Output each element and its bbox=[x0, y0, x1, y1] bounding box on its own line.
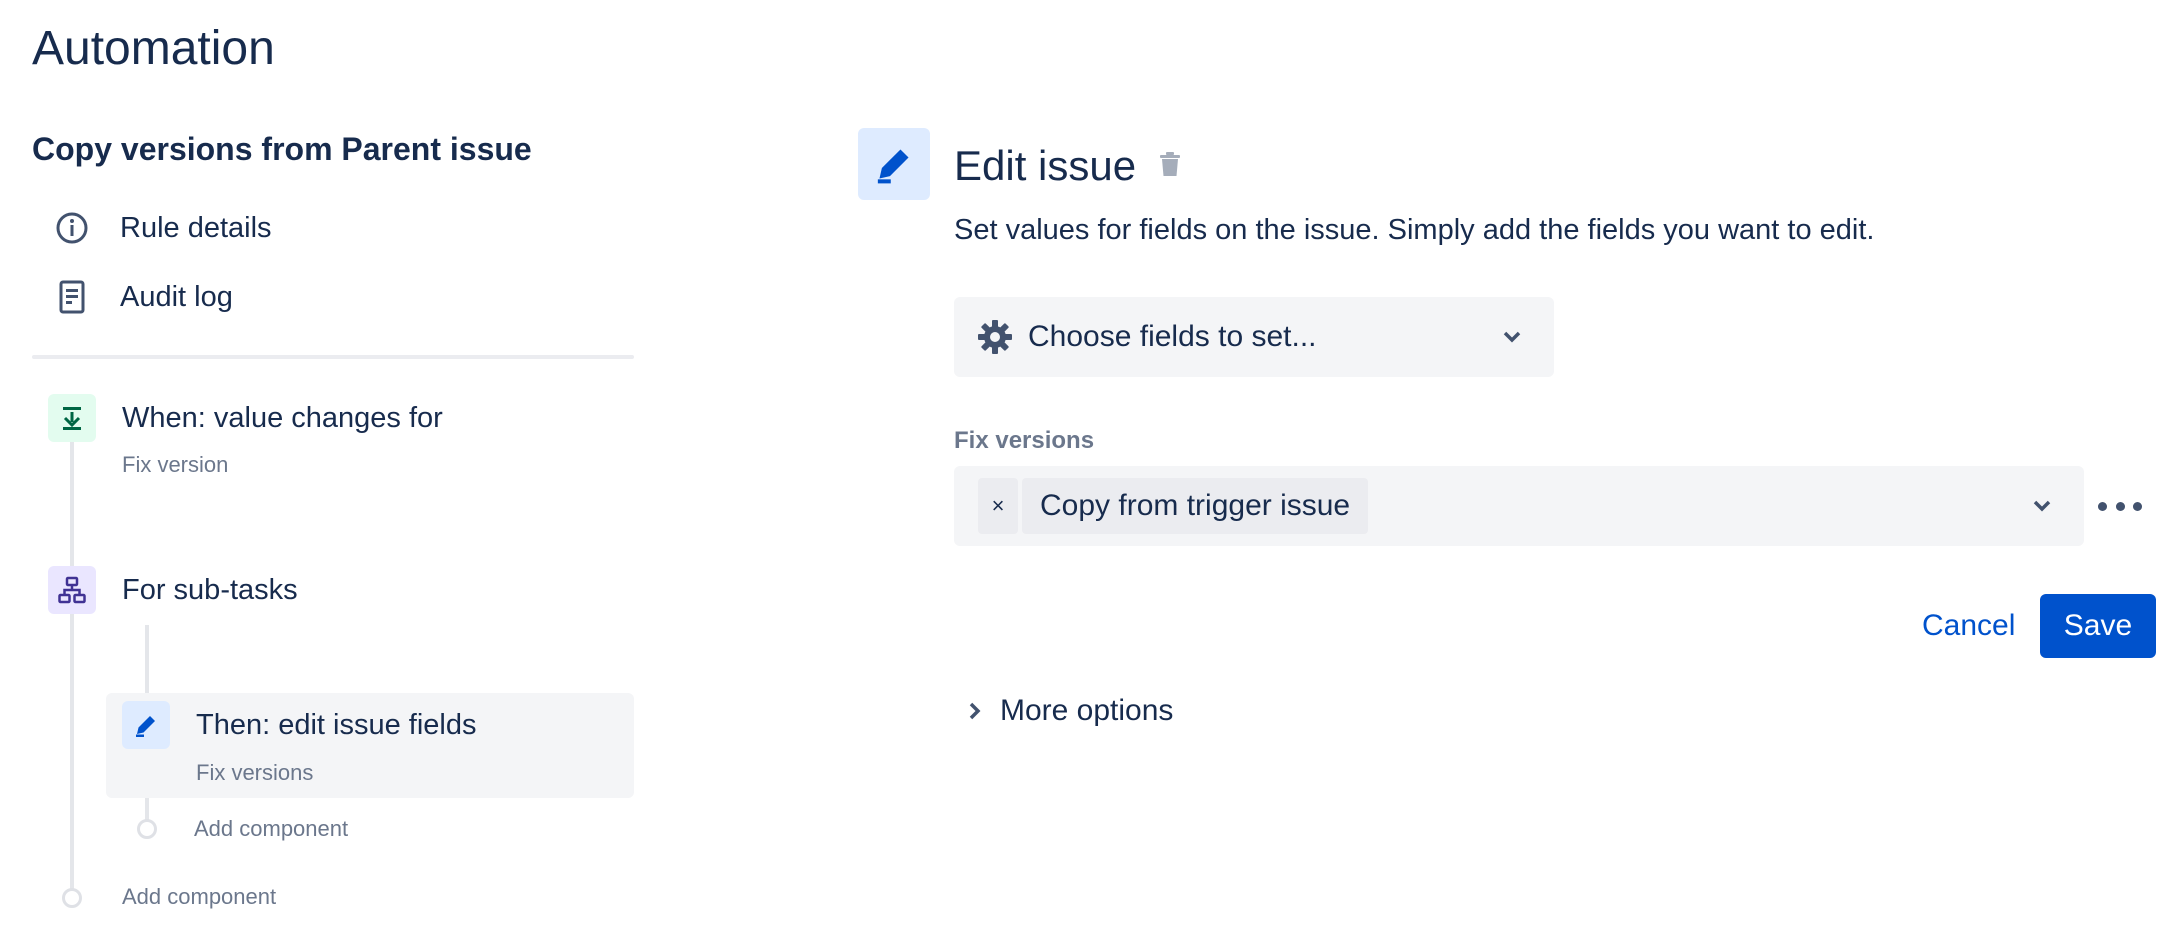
fix-versions-label: Fix versions bbox=[954, 427, 1095, 454]
trigger-icon-box[interactable] bbox=[48, 394, 96, 442]
action-subtitle: Fix versions bbox=[196, 760, 314, 785]
more-dot bbox=[2115, 501, 2125, 511]
nav-audit-log-label: Audit log bbox=[120, 280, 233, 313]
info-icon bbox=[52, 208, 92, 248]
rule-name: Copy versions from Parent issue bbox=[32, 131, 532, 167]
add-component-outer[interactable]: Add component bbox=[122, 882, 276, 912]
page-title: Automation bbox=[32, 22, 275, 75]
add-component-inner-dot bbox=[137, 819, 157, 839]
save-button[interactable]: Save bbox=[2040, 594, 2156, 658]
divider bbox=[32, 355, 634, 359]
action-title[interactable]: Then: edit issue fields bbox=[196, 705, 476, 745]
action-icon-box[interactable] bbox=[122, 701, 170, 749]
chevron-down-icon bbox=[1498, 323, 1526, 351]
more-actions-icon[interactable] bbox=[2098, 492, 2142, 520]
nav-rule-details-label: Rule details bbox=[120, 211, 272, 244]
chevron-down-icon[interactable] bbox=[2028, 492, 2056, 520]
add-component-inner[interactable]: Add component bbox=[194, 814, 348, 844]
cancel-button[interactable]: Cancel bbox=[1910, 594, 2027, 658]
trigger-title[interactable]: When: value changes for bbox=[122, 398, 443, 438]
more-dot bbox=[2133, 501, 2142, 511]
branch-title[interactable]: For sub-tasks bbox=[122, 570, 298, 610]
pencil-icon bbox=[877, 149, 909, 184]
edit-issue-icon-box bbox=[858, 128, 930, 200]
panel-description: Set values for fields on the issue. Simp… bbox=[954, 214, 1875, 246]
pencil-icon bbox=[136, 716, 155, 737]
more-options-toggle[interactable]: More options bbox=[968, 694, 1173, 728]
trigger-subtitle: Fix version bbox=[122, 452, 229, 477]
fix-versions-tag: Copy from trigger issue bbox=[1022, 478, 1369, 534]
fix-versions-select[interactable]: × Copy from trigger issue bbox=[954, 466, 2084, 546]
add-component-outer-dot bbox=[62, 888, 82, 908]
hierarchy-icon bbox=[58, 576, 86, 604]
trash-icon[interactable] bbox=[1154, 148, 1186, 180]
nav-audit-log[interactable]: Audit log bbox=[52, 272, 233, 322]
choose-fields-label: Choose fields to set... bbox=[1028, 320, 1317, 353]
trigger-download-icon bbox=[63, 407, 81, 430]
panel-title: Edit issue bbox=[954, 142, 1137, 189]
outer-flow-line bbox=[70, 440, 74, 895]
branch-icon-box[interactable] bbox=[48, 566, 96, 614]
nav-rule-details[interactable]: Rule details bbox=[52, 203, 272, 253]
choose-fields-dropdown[interactable]: Choose fields to set... bbox=[954, 297, 1554, 377]
more-dot bbox=[2098, 501, 2107, 511]
chevron-right-icon bbox=[968, 701, 982, 721]
more-options-label: More options bbox=[1000, 694, 1174, 727]
gear-icon bbox=[976, 318, 1014, 356]
remove-tag-icon[interactable]: × bbox=[978, 478, 1018, 534]
document-icon bbox=[52, 277, 92, 317]
